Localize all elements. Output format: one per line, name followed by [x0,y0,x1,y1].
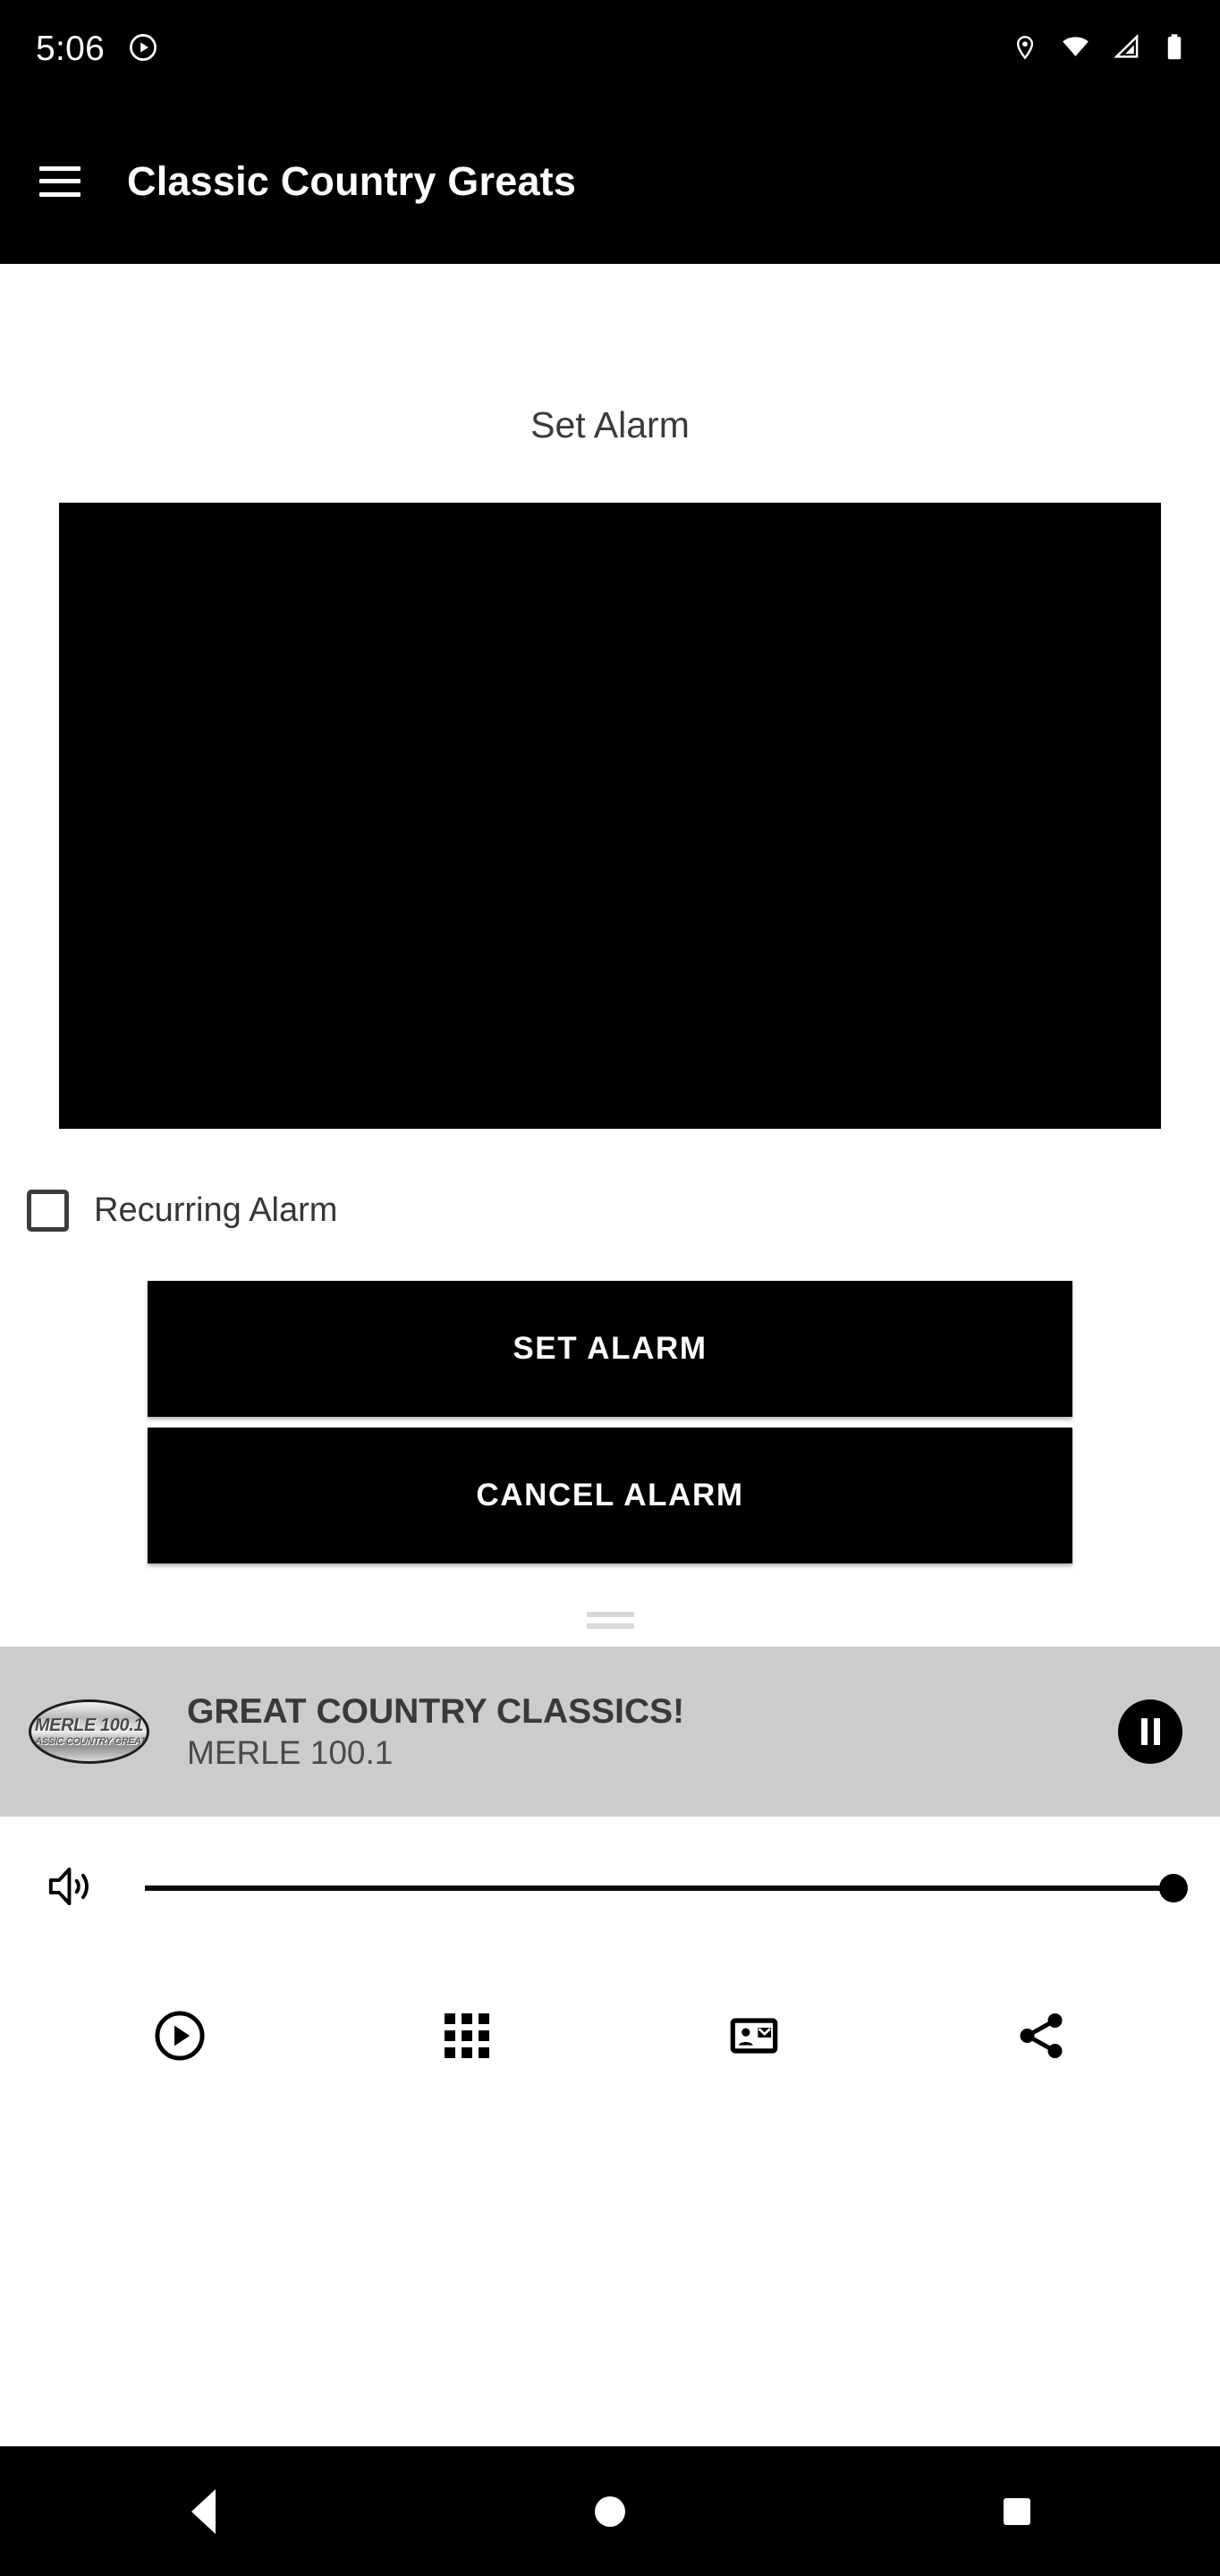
recurring-alarm-checkbox[interactable] [27,1190,69,1232]
alarm-time-picker[interactable] [59,503,1161,1129]
pause-bar [1153,1718,1160,1745]
volume-slider[interactable] [145,1861,1188,1915]
section-title: Set Alarm [530,404,690,445]
play-circle-icon[interactable] [36,2008,323,2063]
grid-apps-glyph [444,2013,489,2058]
app-bar: Classic Country Greats [0,98,1220,264]
grid-apps-icon[interactable] [323,2013,610,2058]
page-title: Classic Country Greats [127,157,577,204]
status-bar-clock: 5:06 [36,30,106,68]
system-status-bar: 5:06 [0,0,1220,98]
drag-handle-line [586,1612,634,1617]
player-drag-handle[interactable] [586,1612,634,1629]
pause-icon[interactable] [1118,1699,1182,1764]
recents-square-icon[interactable] [963,2446,1071,2576]
cell-signal-icon [1113,33,1140,65]
drag-handle-line [586,1623,634,1629]
grid-cell [444,2013,455,2024]
pause-bar [1140,1718,1148,1745]
set-alarm-button[interactable]: SET ALARM [148,1281,1072,1417]
grid-cell [478,2013,489,2024]
main-content: Set Alarm Recurring Alarm SET ALARM CANC… [0,264,1220,2446]
alarm-buttons: SET ALARM CANCEL ALARM [148,1281,1072,1563]
action-button-row [0,1960,1220,2112]
contact-card-icon[interactable] [610,2010,897,2062]
back-glyph [191,2488,216,2534]
now-playing-bar[interactable]: MERLE 100.1 CLASSIC COUNTRY GREATS! GREA… [0,1647,1220,1817]
station-logo: MERLE 100.1 CLASSIC COUNTRY GREATS! [29,1699,149,1764]
grid-cell [461,2047,472,2058]
grid-cell [478,2047,489,2058]
grid-cell [478,2030,489,2041]
volume-row [0,1817,1220,1960]
hamburger-line [39,165,80,171]
station-logo-line1: MERLE 100.1 [34,1716,144,1735]
recents-glyph [1003,2497,1030,2525]
now-playing-text: GREAT COUNTRY CLASSICS! MERLE 100.1 [187,1692,1118,1771]
share-icon[interactable] [897,2008,1184,2063]
volume-slider-track [145,1885,1165,1891]
hamburger-line [39,191,80,197]
grid-cell [461,2030,472,2041]
grid-cell [444,2030,455,2041]
status-bar-right [1012,32,1186,66]
play-circle-icon [128,32,158,67]
home-glyph [594,2496,625,2527]
status-bar-left: 5:06 [36,30,158,69]
app-window: 5:06 Classic Country Greats Set Alarm Re… [0,0,1220,2576]
wifi-icon [1061,32,1090,66]
hamburger-menu-icon[interactable] [39,165,80,197]
grid-cell [461,2013,472,2024]
back-triangle-icon[interactable] [149,2446,257,2576]
battery-icon [1163,33,1186,65]
location-pin-icon [1012,34,1038,65]
recurring-alarm-row[interactable]: Recurring Alarm [27,1190,1220,1232]
volume-up-icon[interactable] [43,1859,98,1919]
recurring-alarm-label: Recurring Alarm [94,1191,338,1229]
station-logo-line2: CLASSIC COUNTRY GREATS! [29,1736,149,1747]
cancel-alarm-button[interactable]: CANCEL ALARM [148,1428,1072,1563]
hamburger-line [39,179,80,183]
home-circle-icon[interactable] [556,2446,664,2576]
system-navigation-bar [0,2446,1220,2576]
grid-cell [444,2047,455,2058]
now-playing-title: GREAT COUNTRY CLASSICS! [187,1691,685,1731]
volume-slider-thumb[interactable] [1159,1874,1188,1902]
now-playing-subtitle: MERLE 100.1 [187,1733,394,1771]
